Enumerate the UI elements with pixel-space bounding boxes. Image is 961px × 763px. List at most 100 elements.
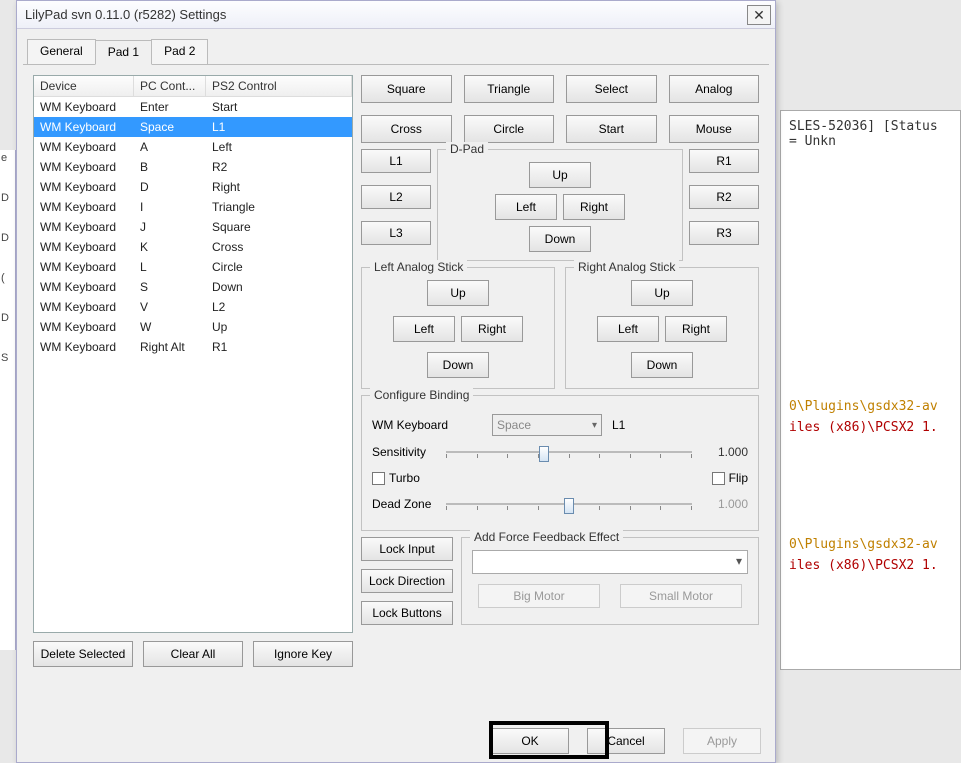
table-row[interactable]: WM KeyboardALeft [34, 137, 352, 157]
cross-button[interactable]: Cross [361, 115, 452, 143]
table-row[interactable]: WM KeyboardRight AltR1 [34, 337, 352, 357]
lstick-left-button[interactable]: Left [393, 316, 455, 342]
dpad-left-button[interactable]: Left [495, 194, 557, 220]
cfg-key-combo[interactable]: Space [492, 414, 602, 436]
cell-ps2: Left [206, 138, 352, 156]
col-device[interactable]: Device [34, 76, 134, 96]
l1-button[interactable]: L1 [361, 149, 431, 173]
triangle-button[interactable]: Triangle [464, 75, 555, 103]
square-button[interactable]: Square [361, 75, 452, 103]
lstick-up-button[interactable]: Up [427, 280, 489, 306]
cell-device: WM Keyboard [34, 118, 134, 136]
binding-list[interactable]: Device PC Cont... PS2 Control WM Keyboar… [33, 75, 353, 633]
start-button[interactable]: Start [566, 115, 657, 143]
lstick-down-button[interactable]: Down [427, 352, 489, 378]
turbo-checkbox[interactable]: Turbo [372, 471, 420, 485]
cell-pc: D [134, 178, 206, 196]
rstick-down-button[interactable]: Down [631, 352, 693, 378]
rstick-right-button[interactable]: Right [665, 316, 727, 342]
settings-dialog: LilyPad svn 0.11.0 (r5282) Settings ✕ Ge… [16, 0, 776, 763]
l2-button[interactable]: L2 [361, 185, 431, 209]
r1-button[interactable]: R1 [689, 149, 759, 173]
lstick-right-button[interactable]: Right [461, 316, 523, 342]
big-motor-button: Big Motor [478, 584, 600, 608]
r3-button[interactable]: R3 [689, 221, 759, 245]
sidebar-fragment: eDD (DS [0, 150, 16, 650]
l3-button[interactable]: L3 [361, 221, 431, 245]
tab-pad2[interactable]: Pad 2 [151, 39, 208, 64]
table-row[interactable]: WM KeyboardVL2 [34, 297, 352, 317]
deadzone-label: Dead Zone [372, 497, 436, 511]
lock-buttons-button[interactable]: Lock Buttons [361, 601, 453, 625]
table-row[interactable]: WM KeyboardBR2 [34, 157, 352, 177]
lock-input-button[interactable]: Lock Input [361, 537, 453, 561]
table-row[interactable]: WM KeyboardKCross [34, 237, 352, 257]
cell-pc: S [134, 278, 206, 296]
tabstrip: General Pad 1 Pad 2 [17, 29, 775, 64]
rstick-up-button[interactable]: Up [631, 280, 693, 306]
table-row[interactable]: WM KeyboardEnterStart [34, 97, 352, 117]
ignore-key-button[interactable]: Ignore Key [253, 641, 353, 667]
cell-pc: K [134, 238, 206, 256]
cell-ps2: Cross [206, 238, 352, 256]
sensitivity-label: Sensitivity [372, 445, 436, 459]
cell-ps2: Up [206, 318, 352, 336]
bg-text: 0\Plugins\gsdx32-av [789, 399, 952, 414]
dpad-right-button[interactable]: Right [563, 194, 625, 220]
dpad-legend: D-Pad [446, 142, 488, 156]
cell-pc: J [134, 218, 206, 236]
deadzone-slider[interactable] [446, 494, 692, 514]
rstick-left-button[interactable]: Left [597, 316, 659, 342]
ff-legend: Add Force Feedback Effect [470, 530, 623, 544]
cell-pc: Space [134, 118, 206, 136]
mouse-button[interactable]: Mouse [669, 115, 760, 143]
lstick-legend: Left Analog Stick [370, 260, 467, 274]
cell-ps2: R1 [206, 338, 352, 356]
cell-device: WM Keyboard [34, 298, 134, 316]
tab-general[interactable]: General [27, 39, 96, 64]
table-row[interactable]: WM KeyboardSDown [34, 277, 352, 297]
titlebar[interactable]: LilyPad svn 0.11.0 (r5282) Settings ✕ [17, 1, 775, 29]
small-motor-button: Small Motor [620, 584, 742, 608]
cell-device: WM Keyboard [34, 318, 134, 336]
table-row[interactable]: WM KeyboardSpaceL1 [34, 117, 352, 137]
cell-ps2: R2 [206, 158, 352, 176]
r2-button[interactable]: R2 [689, 185, 759, 209]
tab-body: Device PC Cont... PS2 Control WM Keyboar… [23, 64, 769, 677]
circle-button[interactable]: Circle [464, 115, 555, 143]
list-header[interactable]: Device PC Cont... PS2 Control [34, 76, 352, 97]
clear-all-button[interactable]: Clear All [143, 641, 243, 667]
analog-button[interactable]: Analog [669, 75, 760, 103]
cell-device: WM Keyboard [34, 278, 134, 296]
table-row[interactable]: WM KeyboardLCircle [34, 257, 352, 277]
tab-pad1[interactable]: Pad 1 [95, 40, 152, 65]
cell-device: WM Keyboard [34, 178, 134, 196]
bg-text: iles (x86)\PCSX2 1. [789, 420, 952, 435]
table-row[interactable]: WM KeyboardITriangle [34, 197, 352, 217]
cell-pc: W [134, 318, 206, 336]
cell-ps2: Square [206, 218, 352, 236]
select-button[interactable]: Select [566, 75, 657, 103]
flip-checkbox[interactable]: Flip [712, 471, 748, 485]
dpad-up-button[interactable]: Up [529, 162, 591, 188]
col-ps2-control[interactable]: PS2 Control [206, 76, 352, 96]
ff-device-combo[interactable] [472, 550, 748, 574]
cell-device: WM Keyboard [34, 198, 134, 216]
apply-button: Apply [683, 728, 761, 754]
dpad-down-button[interactable]: Down [529, 226, 591, 252]
table-row[interactable]: WM KeyboardJSquare [34, 217, 352, 237]
cell-ps2: Triangle [206, 198, 352, 216]
table-row[interactable]: WM KeyboardWUp [34, 317, 352, 337]
sensitivity-slider[interactable] [446, 442, 692, 462]
cell-pc: B [134, 158, 206, 176]
cell-ps2: L1 [206, 118, 352, 136]
delete-selected-button[interactable]: Delete Selected [33, 641, 133, 667]
cancel-button[interactable]: Cancel [587, 728, 665, 754]
bg-text: iles (x86)\PCSX2 1. [789, 558, 952, 573]
close-icon[interactable]: ✕ [747, 5, 771, 25]
lock-direction-button[interactable]: Lock Direction [361, 569, 453, 593]
cell-pc: V [134, 298, 206, 316]
table-row[interactable]: WM KeyboardDRight [34, 177, 352, 197]
ok-button[interactable]: OK [491, 728, 569, 754]
col-pc-control[interactable]: PC Cont... [134, 76, 206, 96]
